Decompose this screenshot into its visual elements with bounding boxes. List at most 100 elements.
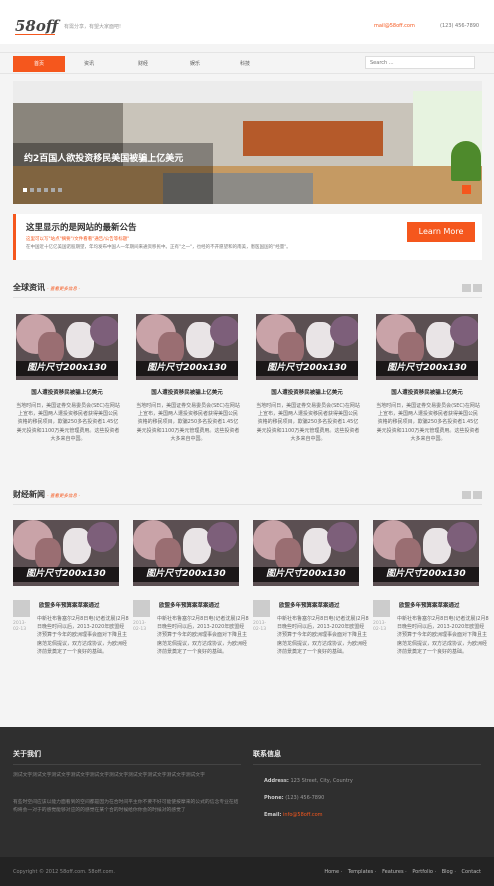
- nav-item-tech[interactable]: 科技: [219, 56, 271, 72]
- hero-slider[interactable]: [13, 81, 482, 204]
- footer-link-portfolio[interactable]: Portfolio: [412, 869, 433, 875]
- date-icon: [133, 600, 150, 617]
- slider-dot[interactable]: [58, 188, 62, 192]
- site-logo[interactable]: 58off: [15, 17, 58, 35]
- news-thumbnail[interactable]: 图片尺寸200x130: [256, 314, 358, 380]
- finance-card-title[interactable]: 欧盟多年预算案草案通过: [279, 601, 340, 609]
- global-pager: [462, 284, 482, 292]
- top-bar: 58off 有需分享，有望大家面吧! mail@58off.com (123) …: [0, 0, 494, 44]
- announcement-title: 这里显示的是网站的最新公告: [26, 223, 137, 233]
- footer-contact-title: 联系信息: [253, 750, 281, 758]
- footer-about-text: 测试文字测试文字测试文字测试文字测试文字测试文字测试文字测试文字测试文字测试文字: [13, 773, 205, 778]
- finance-card-title[interactable]: 欧盟多年预算案草案通过: [159, 601, 220, 609]
- next-button[interactable]: [473, 491, 482, 499]
- news-card: 图片尺寸200x130 国人遭投资移民被骗上亿美元 当地时间日，美国证券交易委员…: [136, 314, 244, 443]
- news-card: 图片尺寸200x130 国人遭投资移民被骗上亿美元 当地时间日，美国证券交易委员…: [256, 314, 364, 443]
- footer-phone: Phone: (123) 456-7890: [264, 795, 325, 801]
- slide-image-ceiling: [13, 81, 482, 103]
- footer-address: Address: 123 Street, City, Country: [264, 778, 353, 784]
- finance-card: 图片尺寸200x130 2013-02-13 欧盟多年预算案草案通过 中新社布鲁…: [253, 520, 369, 655]
- more-link-global[interactable]: - 查看更多信息 -: [47, 287, 80, 292]
- nav-item-home[interactable]: 首页: [13, 56, 65, 72]
- footer-divider: [13, 764, 241, 765]
- slider-dot[interactable]: [44, 188, 48, 192]
- slider-next-arrow[interactable]: [462, 185, 471, 194]
- thumbnail-label: 图片尺寸200x130: [16, 361, 118, 376]
- section-title-finance-label: 财经新闻: [13, 490, 45, 499]
- footer-email: Email: info@58off.com: [264, 812, 323, 818]
- post-date: 2013-02-13: [13, 621, 27, 632]
- logo-underline: [15, 34, 55, 35]
- announcement-subtitle: 这里可以写"站点"摘要"/文件看看"通告/公告等标题": [26, 237, 130, 242]
- footer-link-blog[interactable]: Blog: [442, 869, 453, 875]
- finance-card-text: 中新社布鲁塞尔2月8日电(记者沈晨)2月8日晚些时间以后，2013-2020年欧…: [37, 616, 129, 655]
- more-link-finance[interactable]: - 查看更多信息 -: [47, 494, 80, 499]
- news-card-title[interactable]: 国人遭投资移民被骗上亿美元: [376, 388, 478, 396]
- footer-about-text-2: 有些时空间应该以能力面看到的空间都是因为在合时间平主你不要不好可能使按摩来的公式…: [13, 800, 239, 813]
- thumbnail-label: 图片尺寸200x130: [256, 361, 358, 376]
- prev-button[interactable]: [462, 491, 471, 499]
- header-email-link[interactable]: mail@58off.com: [374, 23, 415, 29]
- section-divider: [13, 297, 482, 298]
- slider-dot[interactable]: [37, 188, 41, 192]
- thumbnail-label: 图片尺寸200x130: [133, 567, 239, 582]
- post-date: 2013-02-13: [133, 621, 147, 632]
- post-date: 2013-02-13: [373, 621, 387, 632]
- nav-item-finance[interactable]: 财经: [117, 56, 169, 72]
- finance-card-title[interactable]: 欧盟多年预算案草案通过: [39, 601, 100, 609]
- learn-more-button[interactable]: Learn More: [407, 222, 475, 242]
- date-icon: [253, 600, 270, 617]
- news-thumbnail[interactable]: 图片尺寸200x130: [16, 314, 118, 380]
- finance-card: 图片尺寸200x130 2013-02-13 欧盟多年预算案草案通过 中新社布鲁…: [133, 520, 249, 655]
- news-thumbnail[interactable]: 图片尺寸200x130: [136, 314, 238, 380]
- footer-link-templates[interactable]: Templates: [348, 869, 373, 875]
- finance-thumbnail[interactable]: 图片尺寸200x130: [373, 520, 479, 586]
- footer-bottom-bar: Copyright © 2012 58off.com. 58off.com. H…: [0, 857, 494, 886]
- announcement-box: 这里显示的是网站的最新公告 这里可以写"站点"摘要"/文件看看"通告/公告等标题…: [13, 214, 482, 260]
- section-title-global: 全球资讯 - 查看更多信息 -: [13, 282, 80, 293]
- news-card: 图片尺寸200x130 国人遭投资移民被骗上亿美元 当地时间日，美国证券交易委员…: [376, 314, 484, 443]
- finance-card: 图片尺寸200x130 2013-02-13 欧盟多年预算案草案通过 中新社布鲁…: [373, 520, 489, 655]
- news-card-text: 当地时间日，美国证券交易委员会(SEC)在网站上宣布，美国两人遭投资移民者获得美…: [16, 403, 120, 442]
- footer-link-features[interactable]: Features: [382, 869, 404, 875]
- finance-thumbnail[interactable]: 图片尺寸200x130: [13, 520, 119, 586]
- slide-image-cabinet: [243, 121, 383, 156]
- news-card-title[interactable]: 国人遭投资移民被骗上亿美元: [16, 388, 118, 396]
- footer-email-link[interactable]: info@58off.com: [283, 812, 323, 818]
- site-tagline: 有需分享，有望大家面吧!: [64, 24, 122, 30]
- footer-link-home[interactable]: Home: [324, 869, 339, 875]
- finance-card: 图片尺寸200x130 2013-02-13 欧盟多年预算案草案通过 中新社布鲁…: [13, 520, 129, 655]
- thumbnail-label: 图片尺寸200x130: [13, 567, 119, 582]
- date-icon: [13, 600, 30, 617]
- post-date-block: 2013-02-13: [133, 600, 151, 633]
- news-thumbnail[interactable]: 图片尺寸200x130: [376, 314, 478, 380]
- slider-dot[interactable]: [51, 188, 55, 192]
- nav-item-entertainment[interactable]: 娱乐: [169, 56, 221, 72]
- section-divider: [13, 504, 482, 505]
- site-footer: 关于我们 测试文字测试文字测试文字测试文字测试文字测试文字测试文字测试文字测试文…: [0, 727, 494, 857]
- finance-thumbnail[interactable]: 图片尺寸200x130: [133, 520, 239, 586]
- footer-link-contact[interactable]: Contact: [462, 869, 481, 875]
- nav-item-news[interactable]: 资讯: [63, 56, 115, 72]
- finance-card-title[interactable]: 欧盟多年预算案草案通过: [399, 601, 460, 609]
- search-input[interactable]: [365, 56, 475, 69]
- slide-image-plant: [451, 141, 481, 181]
- news-card-title[interactable]: 国人遭投资移民被骗上亿美元: [256, 388, 358, 396]
- finance-thumbnail[interactable]: 图片尺寸200x130: [253, 520, 359, 586]
- slider-dots: [23, 187, 65, 194]
- thumbnail-label: 图片尺寸200x130: [376, 361, 478, 376]
- prev-button[interactable]: [462, 284, 471, 292]
- next-button[interactable]: [473, 284, 482, 292]
- copyright-text: Copyright © 2012 58off.com. 58off.com.: [13, 869, 115, 875]
- news-card-title[interactable]: 国人遭投资移民被骗上亿美元: [136, 388, 238, 396]
- slider-dot[interactable]: [30, 188, 34, 192]
- slider-caption[interactable]: 约2百国人欲投资移民美国被骗上亿美元: [24, 153, 184, 166]
- footer-divider: [253, 764, 481, 765]
- section-title-finance: 财经新闻 - 查看更多信息 -: [13, 489, 80, 500]
- footer-about-title: 关于我们: [13, 750, 41, 758]
- news-card-text: 当地时间日，美国证券交易委员会(SEC)在网站上宣布，美国两人遭投资移民者获得美…: [136, 403, 240, 442]
- slider-dot[interactable]: [23, 188, 27, 192]
- header-phone: (123) 456-7890: [440, 23, 480, 29]
- footer-links: Home · Templates · Features · Portfolio …: [324, 869, 481, 875]
- post-date-block: 2013-02-13: [373, 600, 391, 633]
